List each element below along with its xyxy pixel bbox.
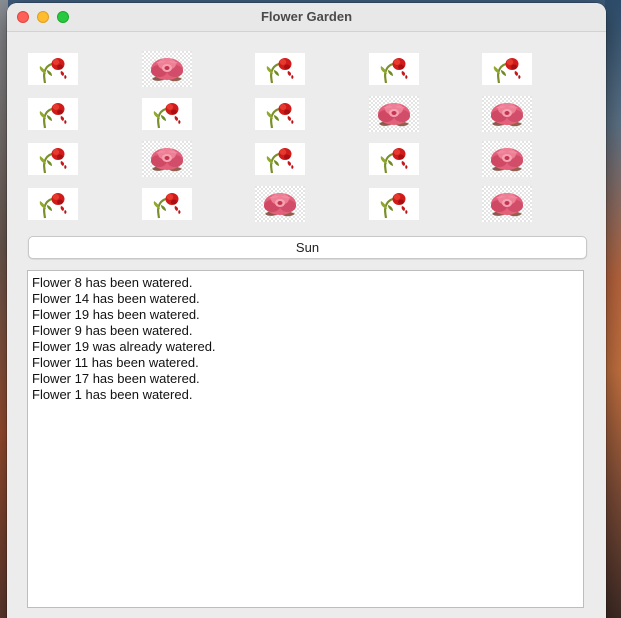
wilted-flower-icon	[28, 98, 78, 130]
title-bar[interactable]: Flower Garden	[7, 3, 606, 32]
window-title: Flower Garden	[260, 9, 353, 24]
sun-button[interactable]: Sun	[28, 236, 587, 259]
flower-5[interactable]	[481, 50, 533, 88]
flower-14[interactable]	[368, 140, 420, 178]
desktop-background-right	[605, 0, 621, 618]
log-line: Flower 14 has been watered.	[32, 291, 200, 306]
log-line: Flower 11 has been watered.	[32, 355, 199, 370]
wilted-flower-icon	[255, 53, 305, 85]
wilted-flower-icon	[142, 98, 192, 130]
flower-2[interactable]	[141, 50, 193, 88]
log-line: Flower 19 was already watered.	[32, 339, 216, 354]
wilted-flower-icon	[28, 143, 78, 175]
wilted-flower-icon	[255, 98, 305, 130]
flower-garden-window: Flower Garden Sun Flower 8 has been wate…	[7, 3, 606, 618]
wilted-flower-icon	[369, 143, 419, 175]
flower-13[interactable]	[254, 140, 306, 178]
flower-20[interactable]	[481, 185, 533, 223]
wilted-flower-icon	[369, 188, 419, 220]
log-line: Flower 1 has been watered.	[32, 387, 193, 402]
flower-1[interactable]	[27, 50, 79, 88]
flower-18[interactable]	[254, 185, 306, 223]
flower-8[interactable]	[254, 95, 306, 133]
wilted-flower-icon	[369, 53, 419, 85]
flower-11[interactable]	[27, 140, 79, 178]
log-line: Flower 19 has been watered.	[32, 307, 200, 322]
flower-17[interactable]	[141, 185, 193, 223]
flower-15[interactable]	[481, 140, 533, 178]
blooming-rose-icon	[482, 186, 532, 222]
flower-9[interactable]	[368, 95, 420, 133]
blooming-rose-icon	[142, 141, 192, 177]
wilted-flower-icon	[142, 188, 192, 220]
blooming-rose-icon	[142, 51, 192, 87]
blooming-rose-icon	[482, 141, 532, 177]
log-line: Flower 8 has been watered.	[32, 275, 193, 290]
flower-19[interactable]	[368, 185, 420, 223]
wilted-flower-icon	[28, 188, 78, 220]
flower-6[interactable]	[27, 95, 79, 133]
flower-3[interactable]	[254, 50, 306, 88]
blooming-rose-icon	[255, 186, 305, 222]
watering-log[interactable]: Flower 8 has been watered. Flower 14 has …	[27, 270, 584, 608]
log-line: Flower 9 has been watered.	[32, 323, 193, 338]
log-line: Flower 17 has been watered.	[32, 371, 200, 386]
flower-7[interactable]	[141, 95, 193, 133]
flower-4[interactable]	[368, 50, 420, 88]
wilted-flower-icon	[482, 53, 532, 85]
flower-16[interactable]	[27, 185, 79, 223]
flower-12[interactable]	[141, 140, 193, 178]
wilted-flower-icon	[255, 143, 305, 175]
flower-10[interactable]	[481, 95, 533, 133]
blooming-rose-icon	[482, 96, 532, 132]
flower-grid	[27, 50, 587, 230]
wilted-flower-icon	[28, 53, 78, 85]
blooming-rose-icon	[369, 96, 419, 132]
